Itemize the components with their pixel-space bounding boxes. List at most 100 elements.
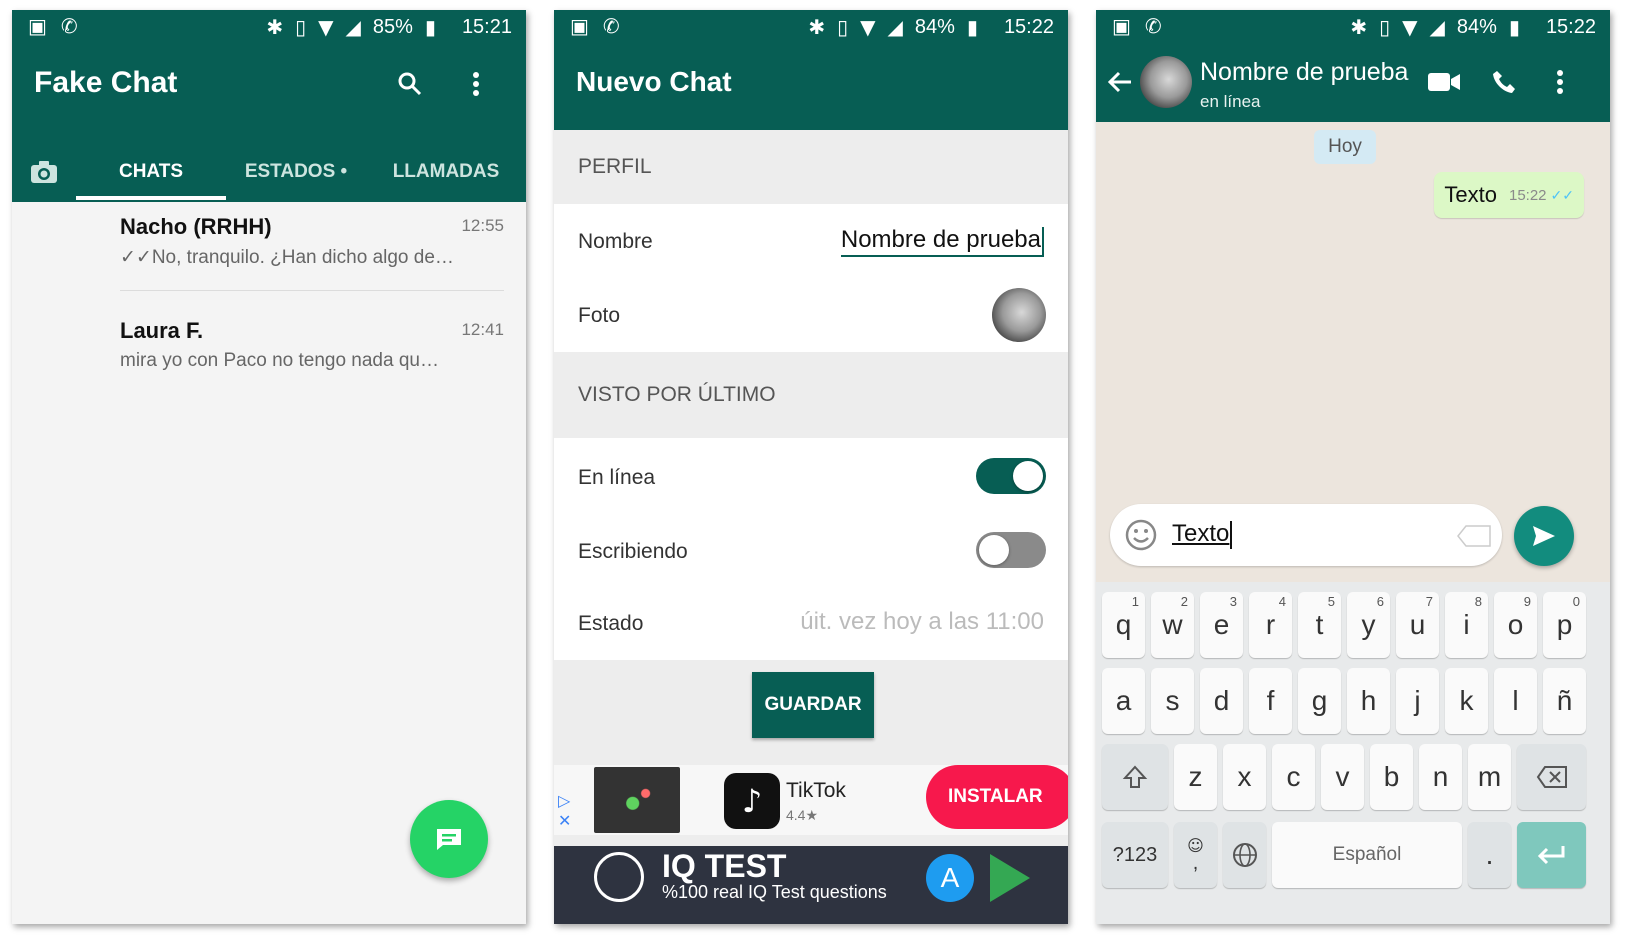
tab-status[interactable]: ESTADOS • [226, 142, 366, 202]
name-field[interactable]: Nombre de prueba [840, 226, 1044, 257]
period-key[interactable]: . [1468, 822, 1511, 888]
key[interactable]: j [1396, 668, 1439, 734]
key[interactable]: u7 [1396, 592, 1439, 658]
wifi-icon: ▼ [860, 15, 876, 39]
contact-status: en línea [1200, 92, 1261, 111]
symbols-key[interactable]: ?123 [1102, 822, 1168, 888]
key[interactable]: z [1174, 744, 1217, 810]
page-title: Nuevo Chat [576, 66, 732, 97]
language-key[interactable] [1223, 822, 1266, 888]
back-arrow-icon[interactable] [1102, 64, 1138, 100]
shift-key[interactable] [1102, 744, 1168, 810]
key[interactable]: m [1468, 744, 1511, 810]
camera-icon[interactable] [26, 154, 62, 190]
signal-icon: ◢ [887, 15, 903, 39]
key[interactable]: t5 [1298, 592, 1341, 658]
photo-label: Foto [578, 304, 621, 327]
chat-name: Nacho (RRHH) [120, 214, 272, 239]
wifi-icon: ▼ [318, 15, 334, 39]
enter-key[interactable] [1517, 822, 1586, 888]
online-toggle[interactable] [976, 458, 1046, 494]
sent-message-bubble[interactable]: Texto 15:22 ✓✓ [1434, 172, 1584, 218]
message-input[interactable]: Texto [1172, 520, 1233, 549]
chat-preview: mira yo con Paco no tengo nada qu… [120, 350, 439, 371]
key[interactable]: l [1494, 668, 1537, 734]
key[interactable]: q1 [1102, 592, 1145, 658]
key[interactable]: k [1445, 668, 1488, 734]
send-button[interactable] [1514, 506, 1574, 566]
search-icon[interactable] [392, 66, 428, 102]
bluetooth-icon: ✱ [266, 15, 284, 39]
key[interactable]: i8 [1445, 592, 1488, 658]
text-caret [1042, 226, 1044, 255]
section-header-last-seen: VISTO POR ÚLTIMO [554, 352, 1068, 438]
key[interactable]: c [1272, 744, 1315, 810]
space-key[interactable]: Español [1272, 822, 1462, 888]
image-notification-icon: ▣ [28, 14, 47, 38]
video-call-icon[interactable] [1426, 64, 1462, 100]
ad-banner-iq[interactable]: IQ TEST %100 real IQ Test questions A [554, 846, 1068, 924]
clock: 15:22 [1003, 16, 1054, 38]
message-icon [437, 829, 461, 850]
more-options-icon[interactable] [458, 66, 494, 102]
call-notification-icon: ✆ [60, 14, 78, 38]
ad-app-name: TikTok [786, 779, 846, 802]
key[interactable]: f [1249, 668, 1292, 734]
save-button[interactable]: GUARDAR [752, 672, 874, 738]
backspace-icon [1536, 766, 1567, 788]
key[interactable]: o9 [1494, 592, 1537, 658]
chat-list-item[interactable]: Laura F. 12:41 mira yo con Paco no tengo… [12, 306, 526, 406]
clear-text-icon[interactable] [1456, 524, 1492, 553]
bluetooth-icon: ✱ [808, 15, 826, 39]
status-input[interactable]: úit. vez hoy a las 11:00 [800, 608, 1044, 636]
backspace-key[interactable] [1517, 744, 1586, 810]
status-bar: ▣ ✆ ✱ ▯ ▼ ◢ 84% ▮ 15:22 [1096, 10, 1610, 44]
message-time: 15:22 [1508, 186, 1547, 204]
emoji-icon[interactable] [1124, 518, 1158, 557]
contact-name[interactable]: Nombre de prueba [1200, 58, 1408, 87]
name-value: Nombre de prueba [840, 226, 1041, 253]
divider [120, 290, 504, 291]
new-chat-button[interactable] [410, 800, 488, 878]
key[interactable]: a [1102, 668, 1145, 734]
ad-rating: 4.4★ [786, 807, 819, 823]
key[interactable]: ñ [1543, 668, 1586, 734]
clock: 15:21 [461, 16, 512, 38]
battery-percent: 85% [372, 16, 413, 38]
tab-chats[interactable]: CHATS [76, 142, 226, 202]
ad-choices-icon[interactable]: ▷ ✕ [558, 791, 571, 831]
ad-banner[interactable]: ▷ ✕ ♪ TikTok 4.4★ INSTALAR [554, 765, 1068, 835]
text-caret [1230, 520, 1233, 549]
key[interactable]: h [1347, 668, 1390, 734]
key[interactable]: d [1200, 668, 1243, 734]
section-header-profile: PERFIL [554, 130, 1068, 204]
photo-avatar[interactable] [992, 288, 1046, 342]
key[interactable]: s [1151, 668, 1194, 734]
key[interactable]: n [1419, 744, 1462, 810]
battery-icon: ▮ [424, 15, 436, 39]
key[interactable]: v [1321, 744, 1364, 810]
tab-calls[interactable]: LLAMADAS [366, 142, 526, 202]
key[interactable]: r4 [1249, 592, 1292, 658]
key[interactable]: b [1370, 744, 1413, 810]
key[interactable]: p0 [1543, 592, 1586, 658]
key[interactable]: w2 [1151, 592, 1194, 658]
key[interactable]: e3 [1200, 592, 1243, 658]
message-input-value: Texto [1172, 520, 1230, 547]
typing-toggle[interactable] [976, 532, 1046, 568]
contact-avatar[interactable] [1140, 56, 1192, 108]
more-options-icon[interactable] [1542, 64, 1578, 100]
ad-image [594, 767, 680, 833]
call-notification-icon: ✆ [602, 14, 620, 38]
key[interactable]: g [1298, 668, 1341, 734]
double-check-icon: ✓✓ [1550, 186, 1574, 203]
chat-list-item[interactable]: Nacho (RRHH) 12:55 ✓✓No, tranquilo. ¿Han… [12, 202, 526, 302]
phone-call-icon[interactable] [1486, 64, 1522, 100]
key[interactable]: x [1223, 744, 1266, 810]
status-label: Estado [578, 612, 644, 635]
chat-name: Laura F. [120, 318, 204, 343]
key[interactable]: y6 [1347, 592, 1390, 658]
install-button[interactable]: INSTALAR [926, 765, 1068, 829]
last-seen-fields: En línea Escribiendo Estado úit. vez hoy… [554, 438, 1068, 660]
emoji-comma-key[interactable]: ☺ , [1174, 822, 1217, 888]
